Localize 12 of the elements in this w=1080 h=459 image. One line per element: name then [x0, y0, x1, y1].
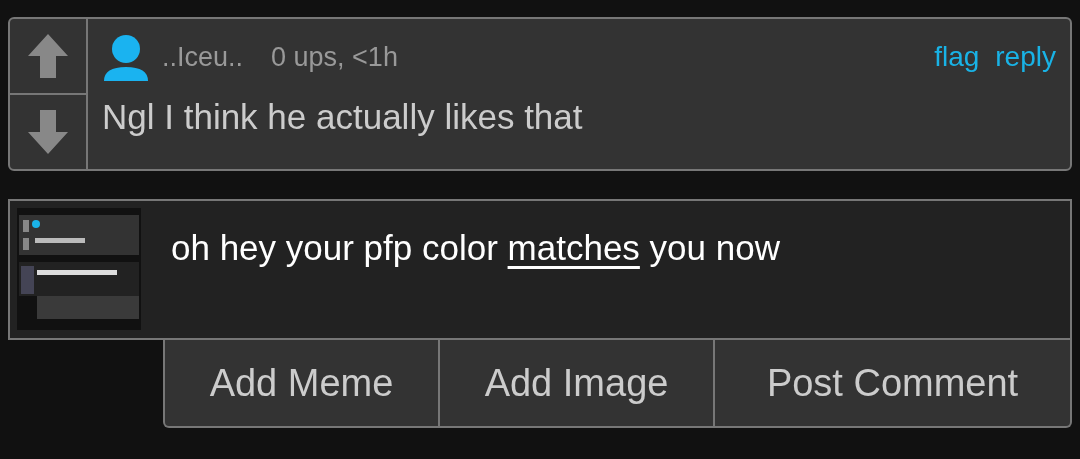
action-button[interactable]: Add Image	[440, 340, 716, 426]
action-link[interactable]: flag	[934, 36, 980, 78]
action-button[interactable]: Add Meme	[165, 340, 441, 426]
down-arrow-icon	[26, 108, 70, 156]
user-icon	[102, 33, 150, 81]
comment-text: Ngl I think he actually likes that	[102, 96, 584, 138]
up-arrow-icon	[26, 32, 70, 80]
comment-meta: 0 ups, <1h	[271, 40, 398, 74]
comment-input[interactable]: oh hey your pfp color matches you now	[141, 208, 1070, 338]
action-link[interactable]: reply	[995, 36, 1056, 78]
action-button[interactable]: Post Comment	[715, 340, 1070, 426]
username[interactable]: ..Iceu..	[162, 36, 244, 78]
